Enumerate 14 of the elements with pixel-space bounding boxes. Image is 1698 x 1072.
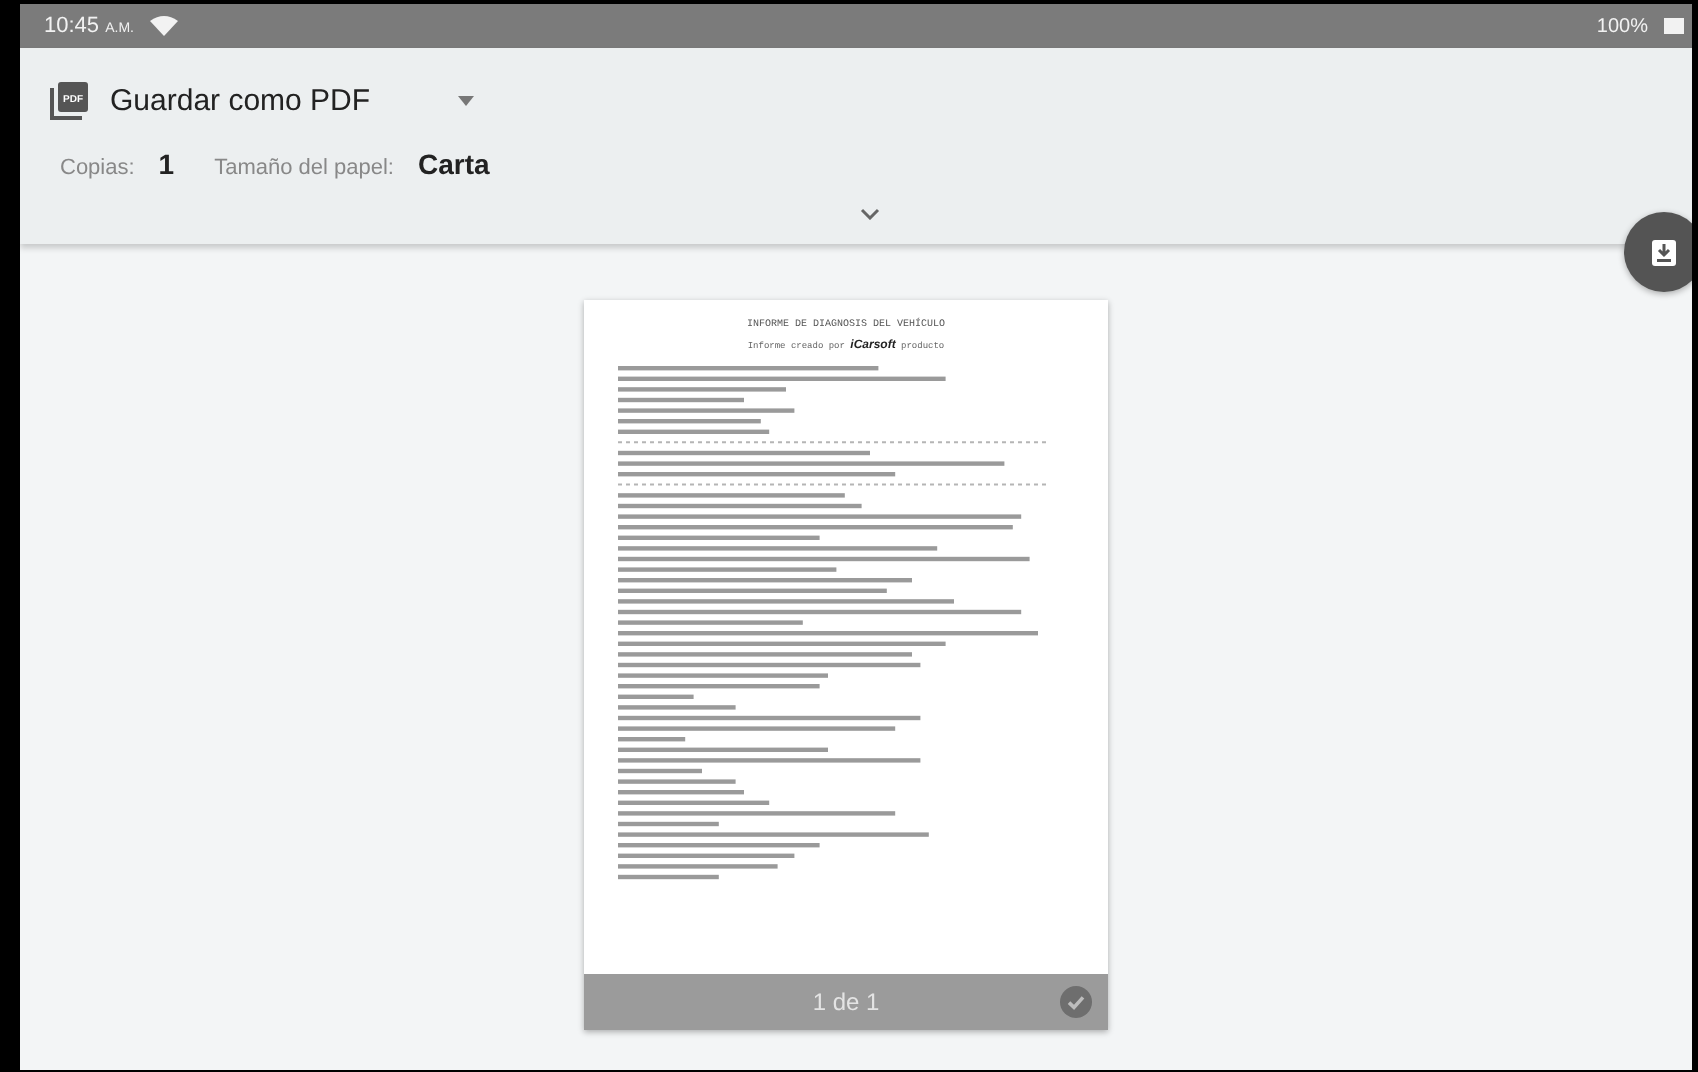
- page-count: 1 de 1: [812, 988, 880, 1016]
- option-value[interactable]: Carta: [418, 148, 490, 180]
- option-label: Tamaño del papel:: [214, 156, 394, 180]
- caret-icon: [458, 95, 475, 105]
- option-label: Copias:: [60, 156, 135, 180]
- battery-icon: [1664, 18, 1684, 34]
- check-icon[interactable]: [1060, 986, 1092, 1018]
- download-pdf-icon: [1652, 239, 1676, 265]
- option-value[interactable]: 1: [158, 148, 175, 180]
- printer-dropdown[interactable]: Guardar como PDF: [110, 83, 475, 117]
- battery-level: 100%: [1596, 15, 1648, 37]
- wifi-icon: [149, 16, 178, 36]
- expand-icon[interactable]: [860, 208, 880, 220]
- save-pdf-button[interactable]: [1624, 212, 1692, 292]
